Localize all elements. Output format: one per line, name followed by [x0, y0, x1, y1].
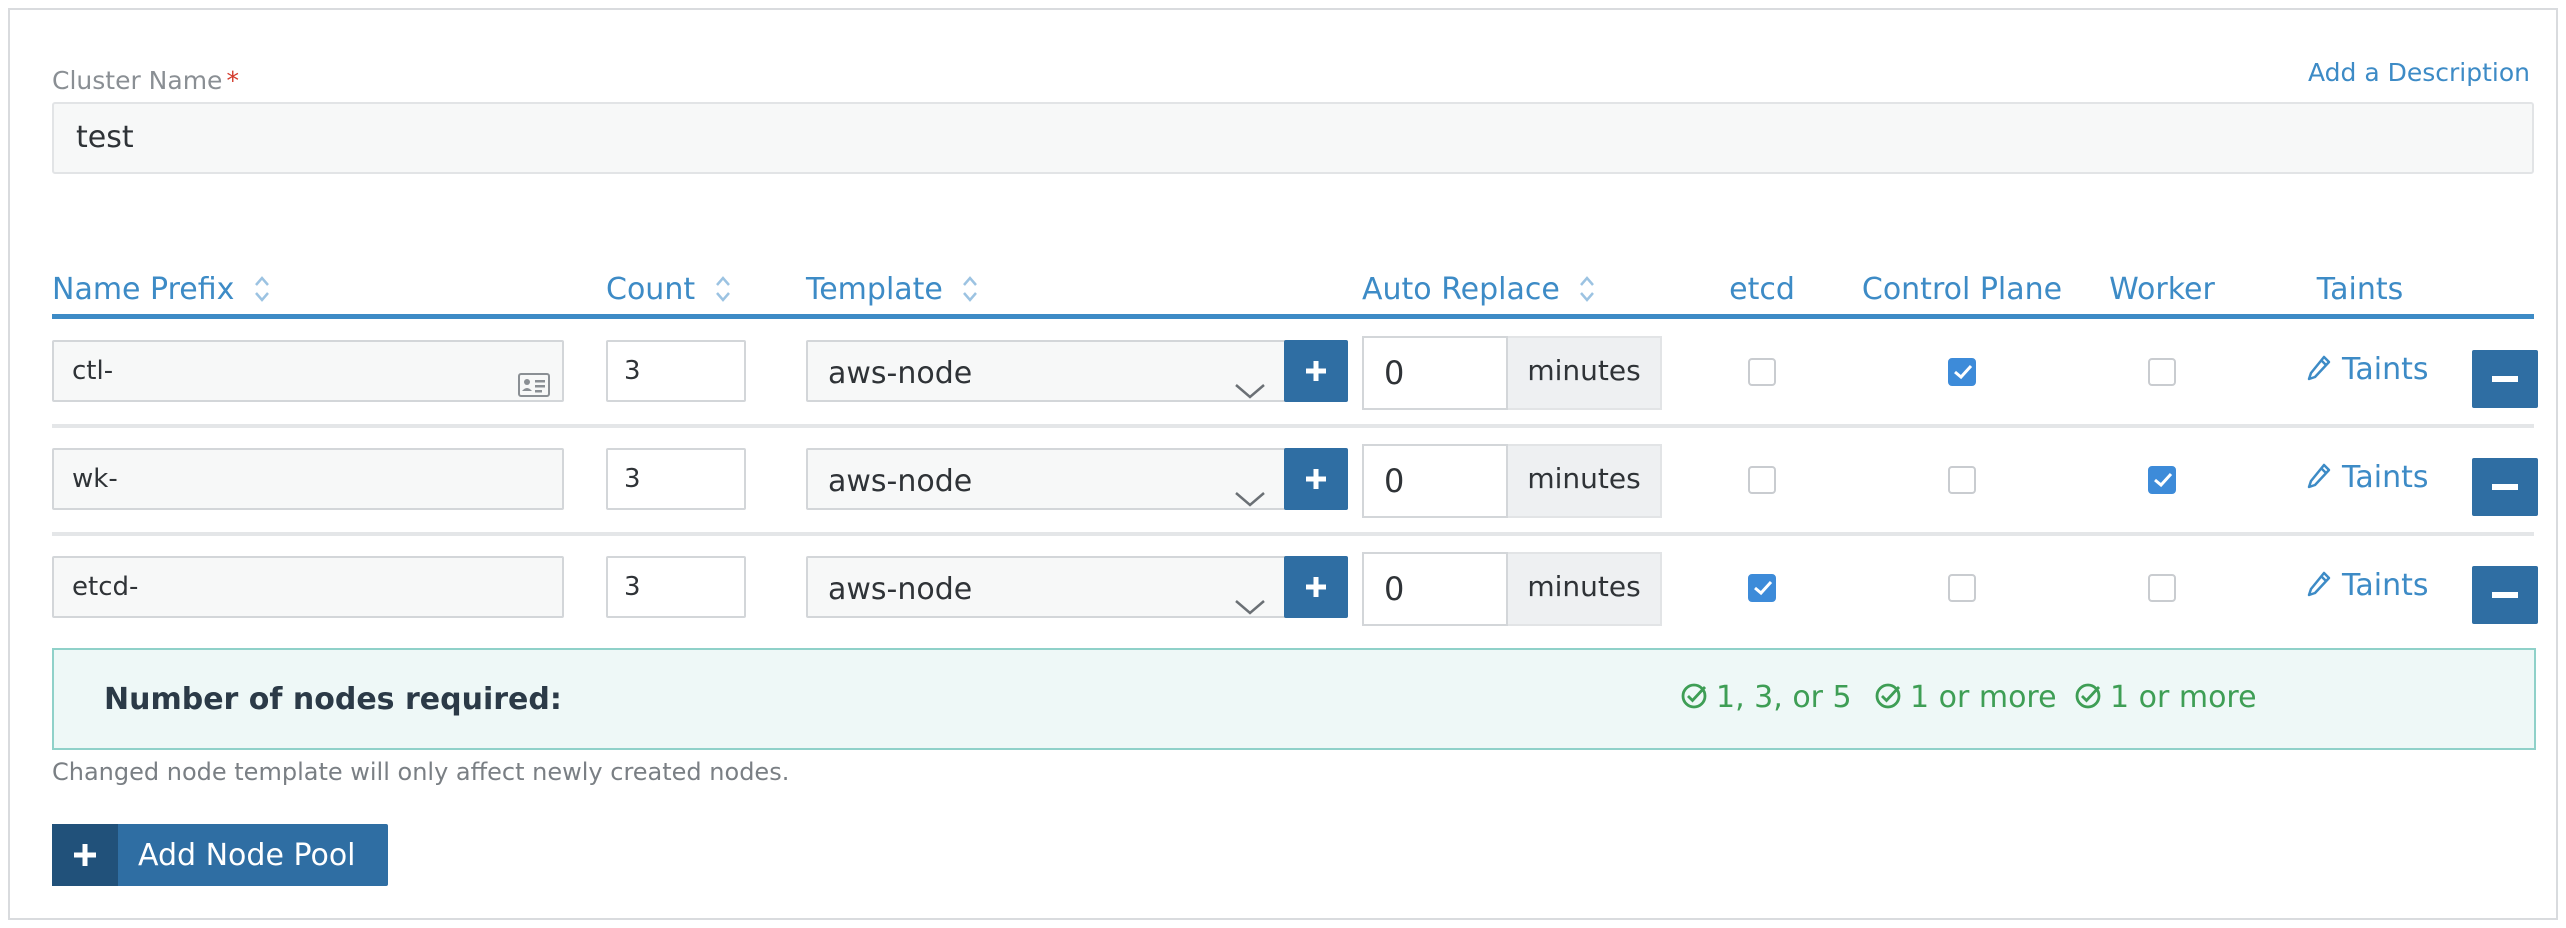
pencil-icon	[2307, 571, 2331, 596]
minus-icon	[2492, 484, 2518, 490]
template-selected-value: aws-node	[828, 572, 973, 607]
nodes-required-banner: Number of nodes required: 1, 3, or 5 1 o…	[52, 648, 2536, 750]
cluster-form-panel: Cluster Name * Add a Description test Nam…	[8, 8, 2558, 920]
etcd-checkbox[interactable]	[1748, 358, 1776, 386]
control-plane-checkbox[interactable]	[1948, 358, 1976, 386]
sort-icon	[962, 274, 978, 304]
nodes-required-label: Number of nodes required:	[104, 682, 562, 717]
check-circle-icon	[1681, 683, 1707, 708]
count-input[interactable]: 3	[606, 340, 746, 402]
etcd-requirement-text: 1, 3, or 5	[1716, 680, 1852, 715]
plus-icon	[1306, 577, 1326, 597]
header-taints: Taints	[2316, 272, 2404, 307]
check-circle-icon	[1875, 683, 1901, 708]
control-plane-requirement: 1 or more	[1874, 680, 2057, 715]
sort-icon	[254, 274, 270, 304]
worker-checkbox[interactable]	[2148, 574, 2176, 602]
sort-icon	[1579, 274, 1595, 304]
add-template-button[interactable]	[1284, 556, 1348, 618]
remove-pool-button[interactable]	[2472, 566, 2538, 624]
chevron-down-icon	[1234, 576, 1266, 615]
cluster-name-label-text: Cluster Name	[52, 66, 223, 95]
cluster-name-label: Cluster Name *	[52, 66, 239, 95]
worker-checkbox[interactable]	[2148, 466, 2176, 494]
check-icon	[1954, 364, 1973, 380]
header-name-prefix[interactable]: Name Prefix	[52, 272, 270, 307]
control-plane-checkbox[interactable]	[1948, 574, 1976, 602]
check-icon	[2154, 472, 2173, 488]
count-input[interactable]: 3	[606, 448, 746, 510]
row-divider	[52, 424, 2534, 428]
header-worker: Worker	[2109, 272, 2215, 307]
required-mark: *	[226, 66, 239, 95]
template-select[interactable]: aws-node	[806, 448, 1288, 510]
control-plane-requirement-text: 1 or more	[1910, 680, 2057, 715]
id-card-icon	[518, 360, 550, 418]
name-prefix-input[interactable]: etcd-	[52, 556, 564, 618]
etcd-requirement: 1, 3, or 5	[1680, 680, 1852, 715]
plus-icon	[1306, 361, 1326, 381]
worker-requirement: 1 or more	[2074, 680, 2257, 715]
add-template-button[interactable]	[1284, 448, 1348, 510]
worker-requirement-text: 1 or more	[2110, 680, 2257, 715]
pencil-icon	[2307, 355, 2331, 380]
header-auto-replace-label: Auto Replace	[1362, 272, 1560, 307]
header-auto-replace[interactable]: Auto Replace	[1362, 272, 1595, 307]
table-header-divider	[52, 314, 2534, 319]
template-selected-value: aws-node	[828, 464, 973, 499]
pencil-icon	[2307, 463, 2331, 488]
remove-pool-button[interactable]	[2472, 350, 2538, 408]
taints-label: Taints	[2342, 460, 2429, 495]
sort-icon	[715, 274, 731, 304]
plus-icon	[52, 824, 118, 886]
header-name-prefix-label: Name Prefix	[52, 272, 235, 307]
header-etcd: etcd	[1729, 272, 1795, 307]
add-node-pool-button[interactable]: Add Node Pool	[52, 824, 388, 886]
template-change-note: Changed node template will only affect n…	[52, 758, 790, 786]
auto-replace-input[interactable]: 0	[1362, 552, 1508, 626]
chevron-down-icon	[1234, 468, 1266, 507]
minutes-addon: minutes	[1508, 552, 1662, 626]
header-count[interactable]: Count	[606, 272, 731, 307]
minutes-addon: minutes	[1508, 336, 1662, 410]
taints-label: Taints	[2342, 352, 2429, 387]
name-prefix-value: ctl-	[72, 356, 114, 386]
etcd-checkbox[interactable]	[1748, 574, 1776, 602]
chevron-down-icon	[1234, 360, 1266, 399]
edit-taints-link[interactable]: Taints	[2306, 568, 2428, 603]
control-plane-checkbox[interactable]	[1948, 466, 1976, 494]
name-prefix-input[interactable]: wk-	[52, 448, 564, 510]
edit-taints-link[interactable]: Taints	[2306, 460, 2428, 495]
minutes-addon: minutes	[1508, 444, 1662, 518]
auto-replace-input[interactable]: 0	[1362, 444, 1508, 518]
row-divider	[52, 532, 2534, 536]
taints-label: Taints	[2342, 568, 2429, 603]
check-icon	[1754, 580, 1773, 596]
check-circle-icon	[2075, 683, 2101, 708]
template-selected-value: aws-node	[828, 356, 973, 391]
header-template[interactable]: Template	[806, 272, 978, 307]
header-control-plane: Control Plane	[1861, 272, 2063, 307]
template-select[interactable]: aws-node	[806, 556, 1288, 618]
minus-icon	[2492, 592, 2518, 598]
auto-replace-input[interactable]: 0	[1362, 336, 1508, 410]
header-template-label: Template	[806, 272, 943, 307]
etcd-checkbox[interactable]	[1748, 466, 1776, 494]
name-prefix-input[interactable]: ctl-	[52, 340, 564, 402]
header-count-label: Count	[606, 272, 696, 307]
edit-taints-link[interactable]: Taints	[2306, 352, 2428, 387]
count-input[interactable]: 3	[606, 556, 746, 618]
add-description-link[interactable]: Add a Description	[2308, 58, 2530, 87]
cluster-name-input[interactable]: test	[52, 102, 2534, 174]
add-template-button[interactable]	[1284, 340, 1348, 402]
plus-icon	[1306, 469, 1326, 489]
template-select[interactable]: aws-node	[806, 340, 1288, 402]
add-node-pool-label: Add Node Pool	[138, 838, 356, 873]
minus-icon	[2492, 376, 2518, 382]
worker-checkbox[interactable]	[2148, 358, 2176, 386]
remove-pool-button[interactable]	[2472, 458, 2538, 516]
